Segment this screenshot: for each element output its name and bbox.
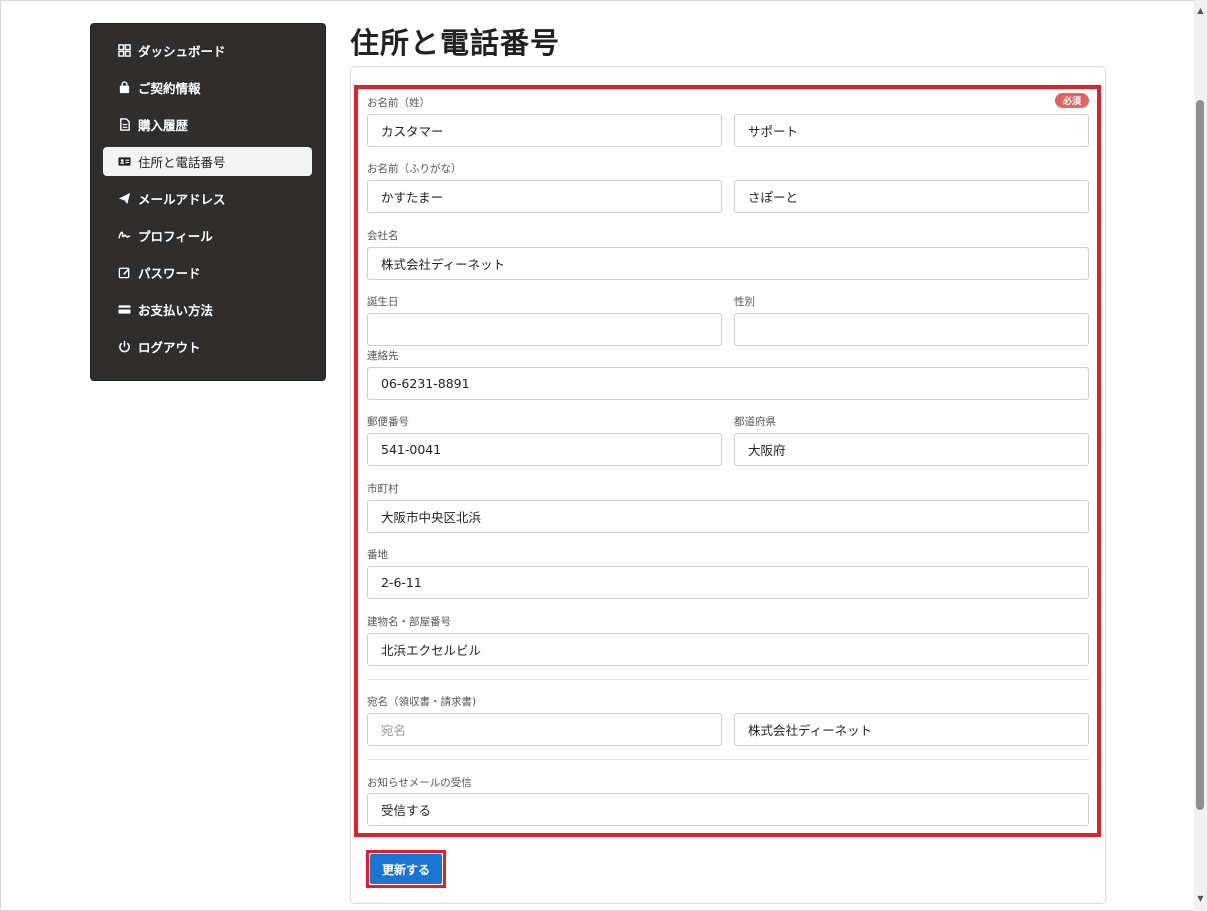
- sidebar-item-label: ダッシュボード: [138, 44, 226, 59]
- city-label: 市町村: [367, 483, 399, 495]
- zip-field[interactable]: 541-0041: [367, 433, 722, 466]
- signature-icon: [117, 229, 131, 243]
- sidebar-item-logout[interactable]: ログアウト: [103, 332, 312, 361]
- last-name-field[interactable]: カスタマー: [367, 114, 722, 147]
- phone-field[interactable]: 06-6231-8891: [367, 367, 1089, 400]
- address-field[interactable]: 2-6-11: [367, 566, 1089, 599]
- zip-label: 郵便番号: [367, 416, 409, 428]
- dashboard-icon: [117, 44, 131, 58]
- building-label: 建物名・部屋番号: [367, 616, 451, 628]
- power-icon: [117, 340, 131, 354]
- update-button[interactable]: 更新する: [370, 854, 442, 884]
- name-label: お名前（姓）: [367, 97, 430, 109]
- address-label: 番地: [367, 549, 388, 561]
- credit-card-icon: [117, 303, 131, 317]
- sidebar-item-label: 住所と電話番号: [138, 155, 226, 170]
- sidebar-item-label: メールアドレス: [138, 192, 226, 207]
- sidebar-item-contract[interactable]: ご契約情報: [103, 73, 312, 102]
- sidebar-item-history[interactable]: 購入履歴: [103, 110, 312, 139]
- building-field[interactable]: 北浜エクセルビル: [367, 633, 1089, 666]
- sidebar-item-address[interactable]: 住所と電話番号: [103, 147, 312, 176]
- sidebar-item-password[interactable]: パスワード: [103, 258, 312, 287]
- scroll-up-icon[interactable]: ▲: [1196, 6, 1205, 15]
- prefecture-label: 都道府県: [734, 416, 776, 428]
- gender-field[interactable]: [734, 313, 1089, 346]
- edit-icon: [117, 266, 131, 280]
- city-field[interactable]: 大阪市中央区北浜: [367, 500, 1089, 533]
- addressee-label: 宛名（領収書・請求書): [367, 696, 477, 708]
- sidebar-item-label: プロフィール: [138, 229, 213, 244]
- prefecture-field[interactable]: 大阪府: [734, 433, 1089, 466]
- company-field[interactable]: 株式会社ディーネット: [367, 247, 1089, 280]
- newsletter-select[interactable]: 受信する: [367, 793, 1089, 826]
- addressee-name-field[interactable]: 宛名: [367, 713, 722, 746]
- section-divider: [367, 759, 1089, 760]
- page-title: 住所と電話番号: [350, 26, 561, 60]
- sidebar-item-label: お支払い方法: [138, 303, 214, 318]
- company-label: 会社名: [367, 230, 399, 242]
- required-badge: 必須: [1055, 93, 1089, 108]
- sidebar-item-label: ログアウト: [138, 340, 201, 355]
- first-name-kana-field[interactable]: さぽーと: [734, 180, 1089, 213]
- birthday-field[interactable]: [367, 313, 722, 346]
- sidebar-item-label: パスワード: [138, 266, 201, 281]
- scroll-down-icon[interactable]: ▼: [1196, 894, 1205, 903]
- phone-label: 連絡先: [367, 350, 399, 362]
- bag-icon: [117, 81, 131, 95]
- sidebar-item-label: 購入履歴: [138, 118, 189, 133]
- gender-label: 性別: [734, 296, 755, 308]
- sidebar-item-label: ご契約情報: [138, 81, 201, 96]
- sidebar-item-dashboard[interactable]: ダッシュボード: [103, 36, 312, 65]
- id-card-icon: [117, 155, 131, 169]
- first-name-field[interactable]: サポート: [734, 114, 1089, 147]
- sidebar-item-profile[interactable]: プロフィール: [103, 221, 312, 250]
- section-divider: [367, 679, 1089, 680]
- scrollbar-thumb[interactable]: [1196, 100, 1204, 810]
- paper-plane-icon: [117, 192, 131, 206]
- last-name-kana-field[interactable]: かすたまー: [367, 180, 722, 213]
- sidebar-nav: ダッシュボード ご契約情報 購入履歴 住所と電話番号 メールアドレス プロフィー…: [90, 23, 326, 381]
- kana-label: お名前（ふりがな）: [367, 163, 462, 175]
- sidebar-item-email[interactable]: メールアドレス: [103, 184, 312, 213]
- newsletter-label: お知らせメールの受信: [367, 777, 472, 789]
- sidebar-item-payment[interactable]: お支払い方法: [103, 295, 312, 324]
- addressee-company-field[interactable]: 株式会社ディーネット: [734, 713, 1089, 746]
- birthday-label: 誕生日: [367, 296, 399, 308]
- document-icon: [117, 118, 131, 132]
